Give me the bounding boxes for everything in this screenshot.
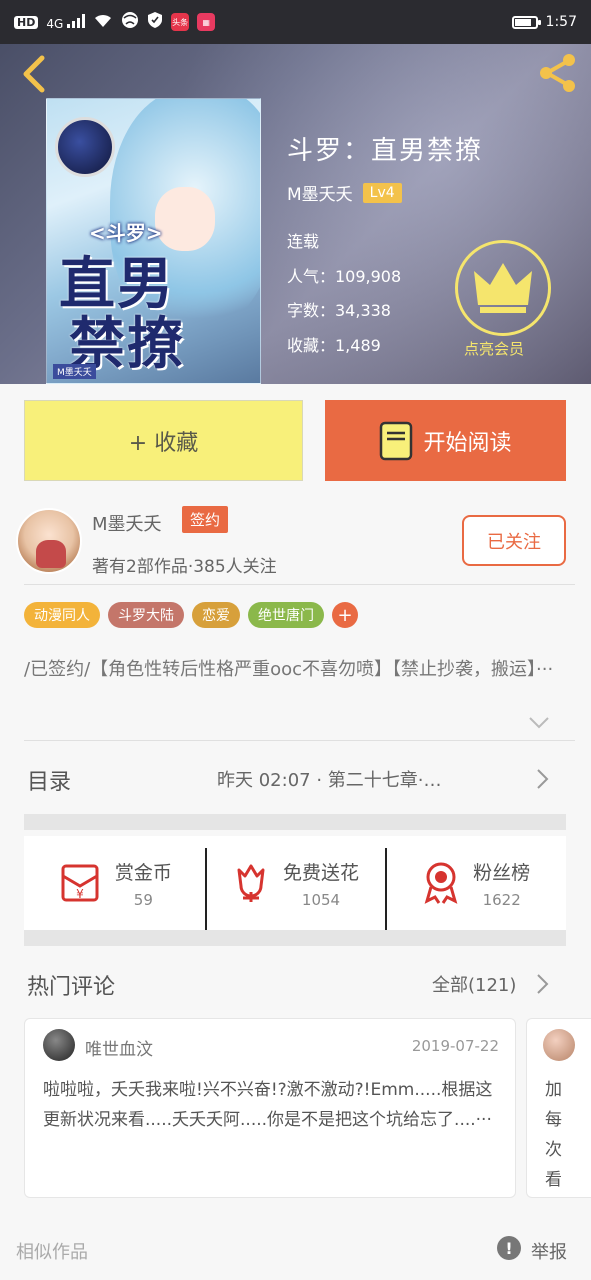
book-header: <斗罗> 直男 禁撩 M墨夭夭 斗罗：直男禁撩 M墨夭夭 Lv4 连载 人气：1… bbox=[0, 44, 591, 384]
chevron-right-icon bbox=[537, 974, 549, 994]
flower-icon bbox=[237, 864, 265, 902]
cover-planet bbox=[55, 117, 115, 177]
vip-button[interactable] bbox=[455, 240, 551, 336]
author-level-badge: Lv4 bbox=[362, 182, 402, 203]
network-type: 4G bbox=[46, 16, 64, 31]
signal-icon: 4G bbox=[46, 13, 86, 31]
book-cover[interactable]: <斗罗> 直男 禁撩 M墨夭夭 bbox=[46, 98, 261, 384]
comment-card[interactable]: 唯世血汶 2019-07-22 啦啦啦，夭夭我来啦!兴不兴奋!?激不激动?!Em… bbox=[24, 1018, 516, 1198]
start-reading-button[interactable]: 开始阅读 bbox=[325, 400, 566, 481]
avatar[interactable] bbox=[43, 1029, 75, 1061]
comment-user[interactable]: 唯世血汶 bbox=[85, 1035, 153, 1060]
avatar[interactable] bbox=[543, 1029, 575, 1061]
comment-card[interactable]: 加每次看 bbox=[526, 1018, 591, 1198]
section-separator bbox=[24, 814, 566, 830]
stat-value: 59 bbox=[133, 890, 153, 909]
serial-status: 连载 bbox=[287, 232, 320, 251]
all-comments-chevron[interactable] bbox=[536, 973, 550, 995]
back-arrow-icon bbox=[23, 55, 45, 93]
store-app-icon: ▦ bbox=[197, 13, 216, 31]
chevron-right-icon bbox=[537, 769, 549, 789]
avatar[interactable] bbox=[16, 508, 82, 574]
stat-fans[interactable]: 粉丝榜 1622 bbox=[385, 836, 566, 930]
battery-icon bbox=[511, 15, 541, 29]
divider bbox=[24, 740, 575, 741]
wifi-icon bbox=[93, 12, 113, 32]
catalog-label[interactable]: 目录 bbox=[27, 764, 71, 796]
clock: 1:57 bbox=[545, 14, 577, 30]
globe-icon bbox=[121, 11, 139, 33]
shield-icon bbox=[147, 11, 163, 33]
red-envelope-icon: ¥ bbox=[61, 864, 99, 902]
svg-text:¥: ¥ bbox=[76, 887, 84, 901]
signed-badge: 签约 bbox=[182, 506, 229, 533]
book-description: /已签约/【角色性转后性格严重ooc不喜勿喷】【禁止抄袭，搬运】··· bbox=[24, 659, 554, 680]
divider bbox=[24, 584, 575, 585]
all-comments-link[interactable]: 全部(121) bbox=[432, 971, 516, 997]
similar-works-title: 相似作品 bbox=[16, 1242, 88, 1263]
book-icon bbox=[380, 421, 413, 460]
tag-romance[interactable]: 恋爱 bbox=[192, 602, 240, 628]
medal-icon bbox=[424, 862, 458, 904]
favorites-count: 收藏：1,489 bbox=[287, 336, 381, 355]
section-separator bbox=[24, 930, 566, 946]
tag-list: 动漫同人 斗罗大陆 恋爱 绝世唐门 + bbox=[24, 602, 358, 628]
book-author-row: M墨夭夭 Lv4 bbox=[287, 180, 402, 205]
word-count: 字数：34,338 bbox=[287, 301, 391, 320]
stat-value: 1054 bbox=[301, 890, 341, 909]
hot-comments-title: 热门评论 bbox=[27, 975, 116, 1000]
tag-douluo[interactable]: 斗罗大陆 bbox=[108, 602, 184, 628]
back-button[interactable] bbox=[16, 54, 52, 94]
latest-chapter[interactable]: 昨天 02:07 · 第二十七章·… bbox=[217, 766, 441, 792]
popularity: 人气：109,908 bbox=[287, 267, 402, 286]
chevron-down-icon bbox=[529, 717, 549, 729]
cover-badge: M墨夭夭 bbox=[53, 364, 96, 379]
tag-anime-fanfic[interactable]: 动漫同人 bbox=[24, 602, 100, 628]
comment-text: 加每次看 bbox=[545, 1080, 562, 1190]
hd-indicator: HD bbox=[14, 15, 39, 29]
catalog-chevron[interactable] bbox=[536, 768, 550, 790]
stat-value: 1622 bbox=[482, 890, 521, 909]
share-button[interactable] bbox=[535, 50, 581, 96]
add-favorite-button[interactable]: + 收藏 bbox=[24, 400, 303, 481]
stat-label: 粉丝榜 bbox=[473, 861, 531, 884]
stat-label: 赏金币 bbox=[114, 861, 172, 884]
stat-label: 免费送花 bbox=[283, 861, 360, 884]
author-name[interactable]: M墨夭夭 bbox=[92, 510, 162, 536]
stat-flowers[interactable]: 免费送花 1054 bbox=[204, 836, 386, 930]
book-author[interactable]: M墨夭夭 bbox=[287, 180, 353, 205]
follow-button[interactable]: 已关注 bbox=[462, 515, 566, 566]
tag-jueshi-tangmen[interactable]: 绝世唐门 bbox=[248, 602, 324, 628]
comment-text: 啦啦啦，夭夭我来啦!兴不兴奋!?激不激动?!Emm.....根据这更新状况来看.… bbox=[43, 1080, 493, 1130]
status-bar: HD 4G 头条 ▦ 1:57 bbox=[0, 0, 591, 44]
start-reading-label: 开始阅读 bbox=[423, 430, 512, 456]
warning-icon[interactable]: ! bbox=[497, 1236, 521, 1260]
share-icon bbox=[540, 54, 575, 92]
book-title: 斗罗：直男禁撩 bbox=[287, 136, 484, 166]
crown-icon bbox=[474, 263, 532, 313]
stat-coins[interactable]: ¥ 赏金币 59 bbox=[24, 836, 205, 930]
vip-label[interactable]: 点亮会员 bbox=[464, 338, 524, 359]
support-stats: ¥ 赏金币 59 免费送花 1054 粉丝榜 1622 bbox=[24, 836, 566, 930]
report-button[interactable]: 举报 bbox=[531, 1238, 567, 1264]
comment-date: 2019-07-22 bbox=[411, 1037, 499, 1055]
author-meta: 著有2部作品·385人关注 bbox=[92, 557, 277, 577]
expand-description-button[interactable] bbox=[528, 715, 550, 729]
toutiao-app-icon: 头条 bbox=[171, 13, 190, 31]
add-tag-button[interactable]: + bbox=[332, 602, 358, 628]
